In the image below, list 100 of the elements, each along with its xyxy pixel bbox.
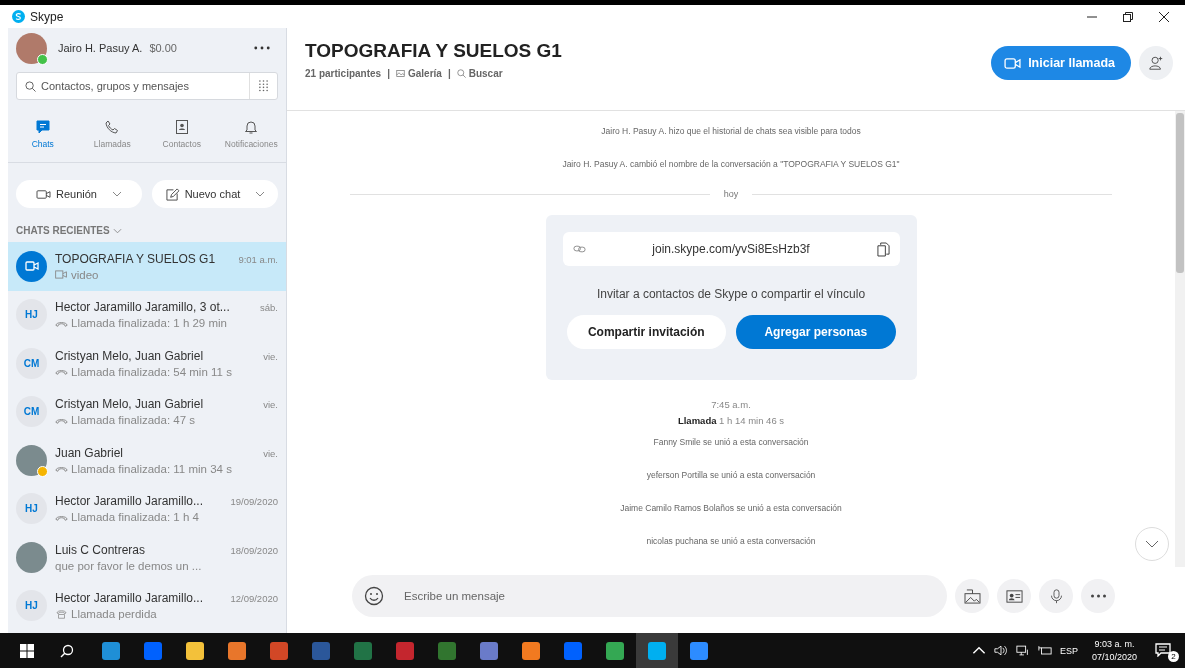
chat-name: Hector Jaramillo Jaramillo... <box>55 494 204 509</box>
emoji-icon[interactable] <box>364 586 384 606</box>
chat-name: Cristyan Melo, Juan Gabriel <box>55 348 204 363</box>
scrollbar-thumb[interactable] <box>1176 113 1184 273</box>
meeting-button[interactable]: Reunión <box>16 180 142 208</box>
chevron-down-icon <box>112 191 122 197</box>
taskbar-clock[interactable]: 9:03 a. m. 07/10/2020 <box>1091 639 1137 662</box>
avatar-photo-placeholder[interactable] <box>16 32 47 64</box>
system-message: Jaime Camilo Ramos Bolaños se unió a esta conversación <box>620 503 842 513</box>
start-icon[interactable] <box>20 643 34 658</box>
language-indicator[interactable]: ESP <box>1059 645 1078 656</box>
system-message: Jairo H. Pasuy A. hizo que el historial de chats sea visible para todos <box>601 126 861 136</box>
participants-link[interactable]: 21 participantes <box>305 68 382 79</box>
contact-card-button[interactable] <box>997 579 1031 613</box>
chevron-down-icon <box>255 191 266 197</box>
chat-name: Cristyan Melo, Juan Gabriel <box>55 397 204 412</box>
start-call-button[interactable]: Iniciar llamada <box>991 46 1131 80</box>
phone-icon <box>55 609 68 619</box>
chat-list-item[interactable]: CM Cristyan Melo, Juan Gabriel vie. Llamada finalizada: 47 s <box>8 387 286 436</box>
initials-avatar: CM <box>16 396 47 428</box>
initials-avatar: HJ <box>16 590 47 622</box>
chat-time: vie. <box>263 447 278 459</box>
system-message: nicolas puchana se unió a esta conversación <box>646 536 816 546</box>
media-button[interactable] <box>955 579 989 613</box>
invite-link-field[interactable]: join.skype.com/yvSi8EsHzb3f <box>562 232 900 266</box>
nav-tab[interactable]: Chats <box>8 119 78 149</box>
chat-list-item[interactable]: Juan Gabriel vie. Llamada finalizada: 11 min 34 s <box>8 436 286 485</box>
share-invite-button[interactable]: Compartir invitación <box>566 315 726 349</box>
contact-card-icon <box>173 119 190 135</box>
battery-icon[interactable] <box>1037 645 1052 656</box>
system-message: yeferson Portilla se unió a esta conversación <box>646 470 816 480</box>
more-icon[interactable] <box>254 46 270 50</box>
close-icon[interactable] <box>1159 11 1169 22</box>
day-divider-label: hoy <box>723 189 739 199</box>
chat-preview: Llamada finalizada: 1 h 4 <box>71 511 199 524</box>
gallery-link[interactable]: Galería <box>407 68 442 79</box>
copy-icon[interactable] <box>876 241 890 257</box>
gallery-icon[interactable] <box>395 69 405 78</box>
chat-list-item[interactable]: Luis C Contreras 18/09/2020 que por favor le demos un ... <box>8 533 286 582</box>
profile-name[interactable]: Jairo H. Pasuy A. <box>58 42 143 54</box>
avatar-photo-placeholder <box>16 541 47 573</box>
add-person-icon <box>1148 55 1164 71</box>
call-duration: 1 h 14 min 46 s <box>719 415 785 426</box>
initials-avatar: CM <box>16 347 47 379</box>
chat-time: 19/09/2020 <box>230 496 278 508</box>
chat-name: Hector Jaramillo Jaramillo, 3 ot... <box>55 300 230 315</box>
compose-icon <box>164 187 180 201</box>
initials-avatar: HJ <box>16 299 47 331</box>
message-input-field[interactable]: Escribe un mensaje <box>352 575 947 617</box>
chat-preview: Llamada finalizada: 1 h 29 min <box>71 317 227 330</box>
chat-time: vie. <box>263 399 278 411</box>
chevron-down-icon <box>1145 540 1159 548</box>
add-person-button[interactable] <box>1139 46 1173 80</box>
bell-icon <box>243 119 260 135</box>
separator: | <box>387 68 390 79</box>
more-icon <box>1089 594 1107 598</box>
network-icon[interactable] <box>1015 645 1030 656</box>
recent-chats-header[interactable]: CHATS RECIENTES <box>16 225 110 236</box>
search-icon[interactable] <box>60 643 74 658</box>
video-camera-icon <box>1004 56 1022 70</box>
image-icon <box>963 588 981 604</box>
conversation-title: TOPOGRAFIA Y SUELOS G1 <box>305 40 563 62</box>
chat-preview: Llamada perdida <box>71 608 157 621</box>
chat-preview: video <box>71 268 99 281</box>
chat-name: Juan Gabriel <box>55 445 124 460</box>
new-chat-button[interactable]: Nuevo chat <box>152 180 278 208</box>
chat-list-item[interactable]: TOPOGRAFIA Y SUELOS G1 9:01 a.m. video <box>8 242 286 291</box>
chat-name: Luis C Contreras <box>55 542 146 557</box>
dialpad-icon[interactable] <box>259 80 268 92</box>
chevron-up-icon[interactable] <box>971 645 986 656</box>
add-people-button[interactable]: Agregar personas <box>736 315 896 349</box>
restore-icon[interactable] <box>1123 11 1133 22</box>
chat-list-item[interactable]: HJ Hector Jaramillo Jaramillo... 12/09/2020 Llamada perdida <box>8 581 286 630</box>
system-message: Fanny Smile se unió a esta conversación <box>653 437 809 447</box>
speaker-icon[interactable] <box>993 645 1008 656</box>
search-link[interactable]: Buscar <box>468 68 503 79</box>
system-message: Jairo H. Pasuy A. cambió el nombre de la conversación a "TOPOGRAFIA Y SUELOS G1" <box>562 159 900 169</box>
chat-time: 12/09/2020 <box>230 593 278 605</box>
microphone-button[interactable] <box>1039 579 1073 613</box>
video-camera-icon <box>55 270 68 280</box>
chat-name: TOPOGRAFIA Y SUELOS G1 <box>55 251 216 266</box>
initials-avatar: HJ <box>16 493 47 525</box>
chat-bubble-icon <box>34 119 51 135</box>
search-field[interactable]: Contactos, grupos y mensajes <box>16 72 278 100</box>
chat-list-item[interactable]: CM Cristyan Melo, Juan Gabriel vie. Llamada finalizada: 54 min 11 s <box>8 339 286 388</box>
chat-time: 18/09/2020 <box>230 544 278 556</box>
chat-list-item[interactable]: HJ Hector Jaramillo Jaramillo... 19/09/2020 Llamada finalizada: 1 h 4 <box>8 484 286 533</box>
window-title: Skype <box>30 9 64 24</box>
chat-time: vie. <box>263 350 278 362</box>
search-icon <box>25 80 36 92</box>
video-camera-icon <box>36 187 51 201</box>
separator: | <box>447 68 451 79</box>
credit-balance: $0.00 <box>149 42 177 54</box>
call-ended-icon <box>55 367 68 377</box>
contact-card-icon <box>1005 588 1023 604</box>
chat-preview: Llamada finalizada: 11 min 34 s <box>71 462 232 475</box>
notifications-icon[interactable] <box>1155 642 1171 657</box>
call-time: 7:45 a.m. <box>711 399 751 410</box>
chat-list-item[interactable]: HJ Hector Jaramillo Jaramillo, 3 ot... sáb. Llamada finalizada: 1 h 29 min <box>8 290 286 339</box>
chat-preview: que por favor le demos un ... <box>55 559 202 572</box>
